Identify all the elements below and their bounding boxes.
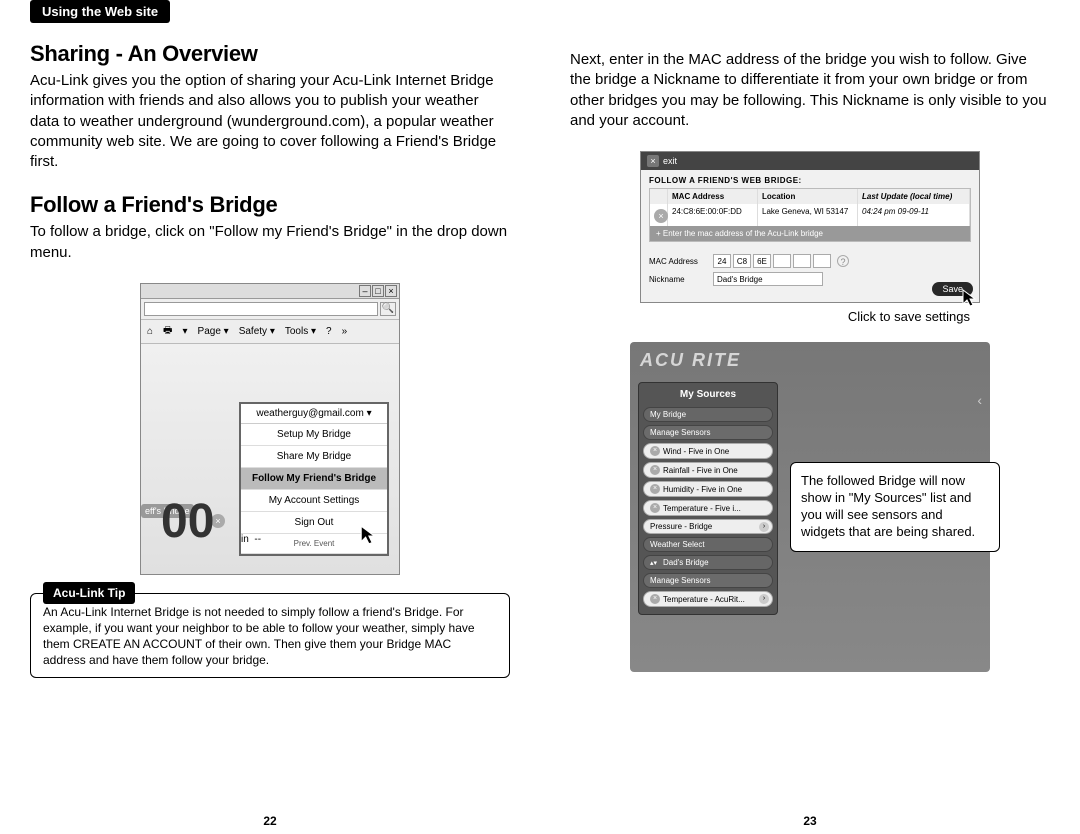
source-dads-bridge[interactable]: ▴▾Dad's Bridge bbox=[643, 555, 773, 570]
mac-input-4[interactable] bbox=[773, 254, 791, 268]
page-number-left: 22 bbox=[263, 814, 276, 828]
address-bar-row: 🔍 bbox=[141, 299, 399, 320]
chevron-down-icon[interactable]: ▾ bbox=[367, 408, 372, 419]
label-nickname: Nickname bbox=[649, 275, 713, 284]
dialog-titlebar: ×exit bbox=[641, 152, 979, 170]
source-pressure[interactable]: Pressure - Bridge› bbox=[643, 519, 773, 534]
heading-follow-friends-bridge: Follow a Friend's Bridge bbox=[30, 192, 510, 218]
url-input[interactable] bbox=[144, 302, 378, 316]
remove-icon[interactable]: × bbox=[650, 594, 660, 604]
screenshot-dropdown-menu: –□× 🔍 ⌂ 🖶 ▾ Page ▾ Safety ▾ Tools ▾ ? » … bbox=[140, 283, 400, 575]
window-controls: –□× bbox=[141, 284, 399, 299]
toolbar-page[interactable]: Page ▾ bbox=[198, 326, 229, 337]
remove-icon[interactable]: × bbox=[650, 446, 660, 456]
toolbar-tools[interactable]: Tools ▾ bbox=[285, 326, 316, 337]
menu-share-bridge[interactable]: Share My Bridge bbox=[241, 446, 387, 468]
panel-title: My Sources bbox=[643, 387, 773, 404]
menu-follow-friends-bridge[interactable]: Follow My Friend's Bridge bbox=[241, 468, 387, 490]
gauge-value: 00 bbox=[161, 494, 214, 549]
source-wind[interactable]: ×Wind - Five in One bbox=[643, 443, 773, 459]
add-bridge-row[interactable]: + Enter the mac address of the Acu-Link … bbox=[650, 226, 970, 241]
paragraph-mac-nickname: Next, enter in the MAC address of the br… bbox=[570, 50, 1050, 131]
remove-icon[interactable]: × bbox=[650, 465, 660, 475]
remove-row-icon[interactable]: × bbox=[654, 209, 668, 223]
mac-input-6[interactable] bbox=[813, 254, 831, 268]
cell-location: Lake Geneva, WI 53147 bbox=[758, 204, 858, 226]
page-right: Next, enter in the MAC address of the br… bbox=[540, 0, 1080, 834]
source-my-bridge[interactable]: My Bridge bbox=[643, 407, 773, 422]
col-location: Location bbox=[758, 189, 858, 204]
source-weather-select[interactable]: Weather Select bbox=[643, 537, 773, 552]
source-rainfall[interactable]: ×Rainfall - Five in One bbox=[643, 462, 773, 478]
col-last-update: Last Update (local time) bbox=[858, 189, 970, 204]
maximize-icon: □ bbox=[372, 285, 384, 297]
bridges-table: MAC Address Location Last Update (local … bbox=[649, 188, 971, 242]
heading-sharing-overview: Sharing - An Overview bbox=[30, 41, 510, 67]
tip-label: Acu-Link Tip bbox=[43, 582, 135, 604]
menu-account-settings[interactable]: My Account Settings bbox=[241, 490, 387, 512]
help-icon[interactable]: ? bbox=[326, 326, 332, 337]
mac-input-2[interactable]: C8 bbox=[733, 254, 751, 268]
print-icon[interactable]: 🖶 bbox=[163, 323, 172, 340]
toolbar-safety[interactable]: Safety ▾ bbox=[239, 326, 275, 337]
page-number-right: 23 bbox=[803, 814, 816, 828]
paragraph-sharing-overview: Acu-Link gives you the option of sharing… bbox=[30, 71, 510, 172]
label-mac-address: MAC Address bbox=[649, 257, 713, 266]
search-icon[interactable]: 🔍 bbox=[380, 302, 396, 316]
brand-logo: ACU RITE bbox=[630, 342, 990, 379]
remove-icon[interactable]: × bbox=[650, 484, 660, 494]
source-temperature-2[interactable]: ×Temperature - AcuRit...› bbox=[643, 591, 773, 607]
source-humidity[interactable]: ×Humidity - Five in One bbox=[643, 481, 773, 497]
callout-followed-bridge: The followed Bridge will now show in "My… bbox=[790, 462, 1000, 552]
account-email: weatherguy@gmail.com ▾ bbox=[241, 404, 387, 424]
menu-setup-bridge[interactable]: Setup My Bridge bbox=[241, 424, 387, 446]
cursor-icon bbox=[359, 524, 381, 546]
nickname-input[interactable]: Dad's Bridge bbox=[713, 272, 823, 286]
help-icon[interactable]: ? bbox=[837, 255, 849, 267]
screenshot-follow-bridge-form: ×exit FOLLOW A FRIEND'S WEB BRIDGE: MAC … bbox=[640, 151, 980, 303]
gauge-unit: in -- bbox=[241, 534, 261, 545]
minimize-icon: – bbox=[359, 285, 371, 297]
document-page-spread: Using the Web site Sharing - An Overview… bbox=[0, 0, 1080, 834]
arrow-icon[interactable]: › bbox=[759, 522, 769, 532]
paragraph-follow-instructions: To follow a bridge, click on "Follow my … bbox=[30, 222, 510, 263]
caption-save-settings: Click to save settings bbox=[570, 309, 970, 324]
browser-toolbar: ⌂ 🖶 ▾ Page ▾ Safety ▾ Tools ▾ ? » bbox=[141, 320, 399, 344]
cursor-icon bbox=[961, 288, 981, 308]
screenshot-my-sources: ACU RITE My Sources My Bridge Manage Sen… bbox=[630, 342, 990, 672]
scroll-chevron-icon[interactable]: ‹ bbox=[977, 392, 982, 408]
remove-icon[interactable]: × bbox=[650, 503, 660, 513]
close-icon: × bbox=[385, 285, 397, 297]
source-manage-sensors[interactable]: Manage Sensors bbox=[643, 425, 773, 440]
dialog-header: FOLLOW A FRIEND'S WEB BRIDGE: bbox=[641, 170, 979, 188]
section-header-tab: Using the Web site bbox=[30, 0, 170, 23]
page-left: Using the Web site Sharing - An Overview… bbox=[0, 0, 540, 834]
mac-input-1[interactable]: 24 bbox=[713, 254, 731, 268]
mac-input-5[interactable] bbox=[793, 254, 811, 268]
home-icon[interactable]: ⌂ bbox=[147, 326, 153, 337]
source-temperature[interactable]: ×Temperature - Five i... bbox=[643, 500, 773, 516]
mac-input-3[interactable]: 6E bbox=[753, 254, 771, 268]
source-manage-sensors-2[interactable]: Manage Sensors bbox=[643, 573, 773, 588]
aculink-tip-box: Acu-Link Tip An Acu-Link Internet Bridge… bbox=[30, 593, 510, 678]
my-sources-panel: My Sources My Bridge Manage Sensors ×Win… bbox=[638, 382, 778, 615]
col-mac: MAC Address bbox=[668, 189, 758, 204]
table-row: × 24:C8:6E:00:0F:DD Lake Geneva, WI 5314… bbox=[650, 204, 970, 226]
arrow-icon[interactable]: › bbox=[759, 594, 769, 604]
cell-mac: 24:C8:6E:00:0F:DD bbox=[668, 204, 758, 226]
tip-text: An Acu-Link Internet Bridge is not neede… bbox=[43, 604, 497, 669]
cell-last-update: 04:24 pm 09-09-11 bbox=[858, 204, 970, 226]
close-icon[interactable]: × bbox=[647, 155, 659, 167]
